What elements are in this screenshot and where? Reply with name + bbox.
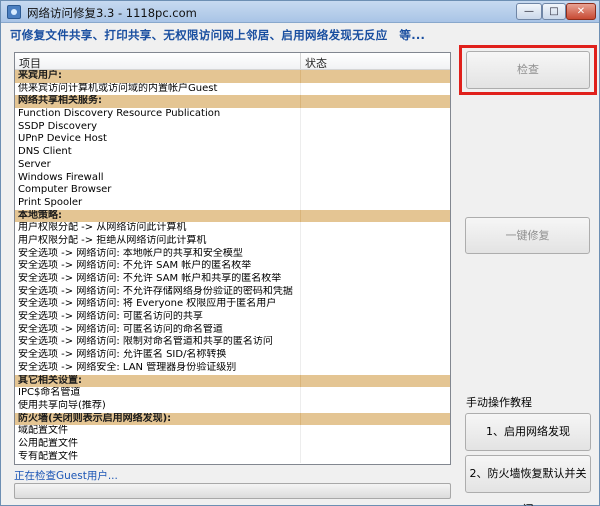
item-label: UPnP Device Host xyxy=(18,133,107,145)
window-title: 网络访问修复3.3 - 1118pc.com xyxy=(27,6,197,20)
list-item[interactable]: Windows Firewall xyxy=(15,171,450,185)
manual-tutorial-label: 手动操作教程 xyxy=(466,396,532,409)
item-label: 安全选项 -> 网络访问: 将 Everyone 权限应用于匿名用户 xyxy=(18,298,277,310)
one-click-fix-button[interactable]: 一键修复 xyxy=(465,217,590,254)
list-item[interactable]: 专有配置文件 xyxy=(15,450,450,464)
progress-bar xyxy=(14,483,451,499)
maximize-button[interactable]: □ xyxy=(542,3,566,20)
item-label: 安全选项 -> 网络访问: 可匿名访问的共享 xyxy=(18,311,203,323)
list-item[interactable]: IPC$命名管道 xyxy=(15,387,450,400)
highlight-box xyxy=(459,45,597,95)
list-item[interactable]: Server xyxy=(15,158,450,172)
category-label: 其它相关设置: xyxy=(18,374,82,386)
item-label: 安全选项 -> 网络访问: 可匿名访问的命名管道 xyxy=(18,323,223,335)
item-label: 用户权限分配 -> 拒绝从网络访问此计算机 xyxy=(18,234,207,246)
list-item[interactable]: 安全选项 -> 网络访问: 可匿名访问的命名管道 xyxy=(15,323,450,337)
category-label: 来宾用户: xyxy=(18,70,62,81)
item-label: IPC$命名管道 xyxy=(18,387,81,399)
list-item[interactable]: 安全选项 -> 网络访问: 不允许存储网络身份验证的密码和凭据 xyxy=(15,285,450,299)
list-rows: 来宾用户: 供来宾访问计算机或访问域的内置帐户Guest 网络共享相关服务: Func… xyxy=(15,70,450,464)
item-label: 使用共享向导(推荐) xyxy=(18,399,106,411)
list-item[interactable]: SSDP Discovery xyxy=(15,120,450,134)
list-item[interactable]: 安全选项 -> 网络访问: 将 Everyone 权限应用于匿名用户 xyxy=(15,298,450,311)
item-label: 公用配置文件 xyxy=(18,437,78,449)
item-label: 安全选项 -> 网络访问: 允许匿名 SID/名称转换 xyxy=(18,349,227,361)
list-item[interactable]: 安全选项 -> 网络访问: 允许匿名 SID/名称转换 xyxy=(15,349,450,362)
list-item[interactable]: DNS Client xyxy=(15,146,450,159)
app-window: 网络访问修复3.3 - 1118pc.com — □ ✕ 可修复文件共享、打印共… xyxy=(0,0,600,506)
title-bar[interactable]: 网络访问修复3.3 - 1118pc.com — □ ✕ xyxy=(1,1,599,23)
category-row[interactable]: 来宾用户: xyxy=(15,70,450,83)
item-label: 安全选项 -> 网络安全: LAN 管理器身份验证级别 xyxy=(18,361,237,373)
category-row[interactable]: 网络共享相关服务: xyxy=(15,95,450,109)
category-label: 防火墙(关闭则表示启用网络发现): xyxy=(18,412,172,424)
list-item[interactable]: 安全选项 -> 网络访问: 不允许 SAM 帐户和共享的匿名枚举 xyxy=(15,273,450,286)
list-item[interactable]: Print Spooler xyxy=(15,196,450,210)
item-label: 安全选项 -> 网络访问: 限制对命名管道和共享的匿名访问 xyxy=(18,336,273,348)
item-label: DNS Client xyxy=(18,146,72,158)
category-row[interactable]: 本地策略: xyxy=(15,209,450,223)
list-item[interactable]: 安全选项 -> 网络访问: 限制对命名管道和共享的匿名访问 xyxy=(15,336,450,349)
category-label: 网络共享相关服务: xyxy=(18,95,102,107)
category-label: 本地策略: xyxy=(18,209,62,221)
enable-network-discovery-button[interactable]: 1、启用网络发现 xyxy=(465,413,591,451)
list-item[interactable]: Function Discovery Resource Publication xyxy=(15,108,450,121)
item-label: Windows Firewall xyxy=(18,171,104,183)
item-label: 安全选项 -> 网络访问: 不允许 SAM 帐户的匿名枚举 xyxy=(18,260,252,272)
item-label: Server xyxy=(18,158,51,170)
item-label: Print Spooler xyxy=(18,196,83,208)
item-label: 安全选项 -> 网络访问: 不允许存储网络身份验证的密码和凭据 xyxy=(18,285,293,297)
item-label: 域配置文件 xyxy=(18,425,68,437)
list-item[interactable]: 供来宾访问计算机或访问域的内置帐户Guest xyxy=(15,82,450,96)
check-items-list[interactable]: 项目 状态 来宾用户: 供来宾访问计算机或访问域的内置帐户Guest 网络共享相关服… xyxy=(14,52,451,465)
item-label: 安全选项 -> 网络访问: 本地帐户的共享和安全模型 xyxy=(18,247,243,259)
status-text: 正在检查Guest用户... xyxy=(14,470,118,482)
item-label: 供来宾访问计算机或访问域的内置帐户Guest xyxy=(18,82,218,94)
list-header: 项目 状态 xyxy=(15,53,450,70)
list-item[interactable]: 安全选项 -> 网络安全: LAN 管理器身份验证级别 xyxy=(15,361,450,375)
column-header-item[interactable]: 项目 xyxy=(19,55,41,71)
list-item[interactable]: Computer Browser xyxy=(15,184,450,197)
list-item[interactable]: 公用配置文件 xyxy=(15,437,450,451)
column-separator xyxy=(300,53,301,70)
firewall-restore-button[interactable]: 2、防火墙恢复默认并关闭 xyxy=(465,455,591,506)
item-label: Computer Browser xyxy=(18,184,112,196)
list-item[interactable]: 安全选项 -> 网络访问: 本地帐户的共享和安全模型 xyxy=(15,247,450,261)
list-item[interactable]: 用户权限分配 -> 从网络访问此计算机 xyxy=(15,222,450,235)
item-label: 用户权限分配 -> 从网络访问此计算机 xyxy=(18,222,187,234)
list-item[interactable]: UPnP Device Host xyxy=(15,133,450,146)
feature-banner: 可修复文件共享、打印共享、无权限访问网上邻居、启用网络发现无反应 等... xyxy=(10,28,426,42)
item-label: SSDP Discovery xyxy=(18,120,98,132)
category-row[interactable]: 其它相关设置: xyxy=(15,374,450,388)
minimize-button[interactable]: — xyxy=(516,3,542,20)
column-header-status[interactable]: 状态 xyxy=(305,55,327,71)
network-app-icon xyxy=(7,5,21,19)
close-button[interactable]: ✕ xyxy=(566,3,596,20)
list-item[interactable]: 用户权限分配 -> 拒绝从网络访问此计算机 xyxy=(15,234,450,248)
list-item[interactable]: 使用共享向导(推荐) xyxy=(15,399,450,413)
list-item[interactable]: 安全选项 -> 网络访问: 不允许 SAM 帐户的匿名枚举 xyxy=(15,260,450,273)
item-label: 安全选项 -> 网络访问: 不允许 SAM 帐户和共享的匿名枚举 xyxy=(18,273,282,284)
list-item[interactable]: 安全选项 -> 网络访问: 可匿名访问的共享 xyxy=(15,311,450,324)
item-label: 专有配置文件 xyxy=(18,450,78,462)
item-label: Function Discovery Resource Publication xyxy=(18,108,221,120)
list-item[interactable]: 域配置文件 xyxy=(15,425,450,438)
category-row[interactable]: 防火墙(关闭则表示启用网络发现): xyxy=(15,412,450,426)
